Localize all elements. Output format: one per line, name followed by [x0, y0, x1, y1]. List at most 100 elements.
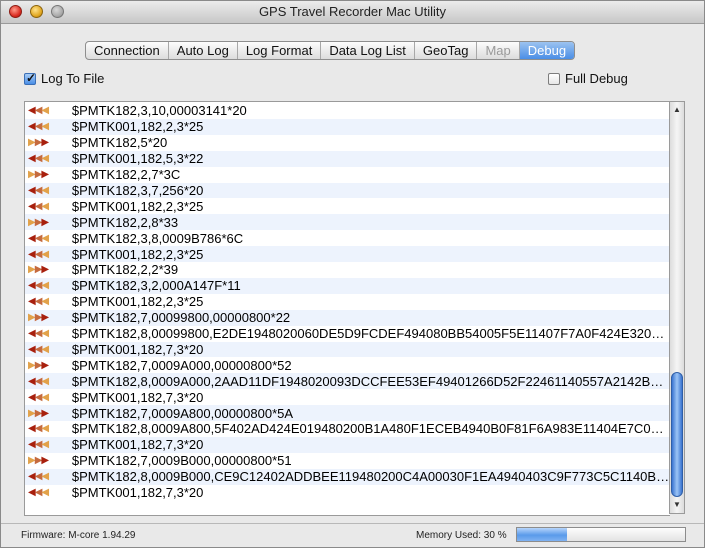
log-row[interactable]: ◀◀◀ $PMTK001,182,2,3*25 — [25, 246, 670, 262]
memory-used-bar — [516, 527, 686, 542]
log-message: $PMTK001,182,2,3*25 — [71, 294, 204, 310]
log-row[interactable]: ▶▶▶ $PMTK182,7,0009A000,00000800*52 — [25, 357, 670, 373]
left-arrows-icon: ◀◀◀ — [28, 296, 49, 308]
scroll-up-arrow-icon[interactable]: ▲ — [670, 103, 684, 117]
log-row[interactable]: ◀◀◀ $PMTK182,3,7,256*20 — [25, 182, 670, 199]
log-to-file-label: Log To File — [41, 71, 105, 86]
right-arrows-icon: ▶▶▶ — [28, 312, 49, 324]
log-to-file-checkbox[interactable]: ✓ — [24, 70, 37, 85]
tab-log-format[interactable]: Log Format — [238, 42, 322, 59]
log-row[interactable]: ▶▶▶ $PMTK182,7,00099800,00000800*22 — [25, 309, 670, 326]
vertical-scrollbar[interactable]: ▲ ▼ — [669, 101, 685, 514]
checkmark-icon: ✓ — [26, 70, 37, 85]
left-arrows-icon: ◀◀◀ — [28, 343, 49, 355]
app-window: GPS Travel Recorder Mac Utility Connecti… — [0, 0, 705, 548]
right-arrows-icon: ▶▶▶ — [28, 169, 49, 181]
log-message: $PMTK182,8,0009A000,2AAD11DF1948020093DC… — [71, 373, 670, 389]
left-arrows-icon: ◀◀◀ — [28, 232, 49, 244]
log-row[interactable]: ◀◀◀ $PMTK182,3,10,00003141*20 — [25, 103, 670, 119]
right-arrows-icon: ▶▶▶ — [28, 216, 49, 228]
tab-connection[interactable]: Connection — [86, 42, 169, 59]
log-row[interactable]: ◀◀◀ $PMTK182,8,0009B000,CE9C12402ADDBEE11… — [25, 468, 670, 485]
log-row[interactable]: ◀◀◀ $PMTK182,3,2,000A147F*11 — [25, 277, 670, 294]
log-row[interactable]: ▶▶▶ $PMTK182,7,0009A800,00000800*5A — [25, 405, 670, 421]
log-message: $PMTK001,182,7,3*20 — [71, 437, 204, 453]
tab-auto-log[interactable]: Auto Log — [169, 42, 238, 59]
log-message: $PMTK001,182,7,3*20 — [71, 485, 204, 501]
log-message: $PMTK182,3,10,00003141*20 — [71, 103, 247, 119]
status-bar: Firmware: M-core 1.94.29 Memory Used: 30… — [1, 523, 704, 548]
log-message: $PMTK001,182,2,3*25 — [71, 198, 204, 214]
left-arrows-icon: ◀◀◀ — [28, 153, 49, 165]
full-debug-checkbox[interactable] — [548, 72, 560, 85]
log-message: $PMTK182,2,8*33 — [71, 214, 179, 230]
log-message: $PMTK182,7,0009A800,00000800*5A — [71, 405, 294, 421]
left-arrows-icon: ◀◀◀ — [28, 439, 49, 451]
log-message: $PMTK182,7,00099800,00000800*22 — [71, 310, 291, 326]
right-arrows-icon: ▶▶▶ — [28, 137, 49, 149]
log-row[interactable]: ◀◀◀ $PMTK001,182,7,3*20 — [25, 341, 670, 358]
left-arrows-icon: ◀◀◀ — [28, 184, 49, 196]
left-arrows-icon: ◀◀◀ — [28, 391, 49, 403]
tab-bar: Connection Auto Log Log Format Data Log … — [85, 41, 576, 60]
log-row[interactable]: ▶▶▶ $PMTK182,2,2*39 — [25, 262, 670, 278]
log-to-file-option[interactable]: ✓ Log To File — [24, 71, 104, 86]
left-arrows-icon: ◀◀◀ — [28, 280, 49, 292]
left-arrows-icon: ◀◀◀ — [28, 471, 49, 483]
right-arrows-icon: ▶▶▶ — [28, 455, 49, 467]
log-message: $PMTK001,182,5,3*22 — [71, 151, 204, 167]
log-row[interactable]: ▶▶▶ $PMTK182,7,0009B000,00000800*51 — [25, 453, 670, 469]
log-row[interactable]: ◀◀◀ $PMTK001,182,2,3*25 — [25, 198, 670, 214]
log-row[interactable]: ◀◀◀ $PMTK001,182,7,3*20 — [25, 485, 670, 501]
log-message: $PMTK001,182,2,3*25 — [71, 119, 204, 135]
tab-geotag[interactable]: GeoTag — [415, 42, 478, 59]
log-message: $PMTK182,8,0009A800,5F402AD424E019480200… — [71, 421, 670, 437]
title-bar[interactable]: GPS Travel Recorder Mac Utility — [1, 1, 704, 24]
debug-log-list[interactable]: ◀◀◀ $PMTK182,3,10,00003141*20 ◀◀◀ $PMTK001,… — [24, 101, 670, 516]
log-message: $PMTK001,182,2,3*25 — [71, 246, 204, 262]
log-message: $PMTK182,2,7*3C — [71, 167, 181, 183]
log-row[interactable]: ◀◀◀ $PMTK001,182,2,3*25 — [25, 118, 670, 135]
left-arrows-icon: ◀◀◀ — [28, 487, 49, 499]
log-message: $PMTK182,8,0009B000,CE9C12402ADDBEE11948… — [71, 469, 670, 485]
full-debug-label: Full Debug — [565, 71, 628, 86]
log-row[interactable]: ◀◀◀ $PMTK001,182,2,3*25 — [25, 294, 670, 310]
scrollbar-thumb[interactable] — [671, 372, 683, 497]
left-arrows-icon: ◀◀◀ — [28, 121, 49, 133]
log-message: $PMTK182,7,0009A000,00000800*52 — [71, 357, 292, 373]
log-message: $PMTK182,3,7,256*20 — [71, 182, 204, 198]
log-message: $PMTK001,182,7,3*20 — [71, 389, 204, 405]
log-row[interactable]: ◀◀◀ $PMTK001,182,7,3*20 — [25, 389, 670, 405]
log-row[interactable]: ◀◀◀ $PMTK182,8,0009A800,5F402AD424E019480… — [25, 421, 670, 437]
log-message: $PMTK182,3,8,0009B786*6C — [71, 230, 244, 246]
tab-map: Map — [477, 42, 520, 59]
log-message: $PMTK182,8,00099800,E2DE1948020060DE5D9F… — [71, 326, 670, 342]
scroll-down-arrow-icon[interactable]: ▼ — [670, 498, 684, 512]
log-message: $PMTK182,3,2,000A147F*11 — [71, 278, 241, 294]
log-row[interactable]: ◀◀◀ $PMTK182,8,0009A000,2AAD11DF194802009… — [25, 373, 670, 390]
left-arrows-icon: ◀◀◀ — [28, 375, 49, 387]
right-arrows-icon: ▶▶▶ — [28, 264, 49, 276]
log-row[interactable]: ▶▶▶ $PMTK182,2,7*3C — [25, 167, 670, 183]
memory-used-fill — [517, 528, 568, 541]
log-row[interactable]: ▶▶▶ $PMTK182,2,8*33 — [25, 214, 670, 231]
log-row[interactable]: ▶▶▶ $PMTK182,5*20 — [25, 135, 670, 151]
log-message: $PMTK001,182,7,3*20 — [71, 341, 204, 357]
left-arrows-icon: ◀◀◀ — [28, 248, 49, 260]
log-message: $PMTK182,2,2*39 — [71, 262, 179, 278]
full-debug-option[interactable]: Full Debug — [548, 71, 628, 86]
log-row[interactable]: ◀◀◀ $PMTK182,8,00099800,E2DE1948020060DE5… — [25, 326, 670, 342]
log-message: $PMTK182,5*20 — [71, 135, 168, 151]
tab-debug[interactable]: Debug — [519, 42, 575, 59]
right-arrows-icon: ▶▶▶ — [28, 407, 49, 419]
left-arrows-icon: ◀◀◀ — [28, 423, 49, 435]
log-row[interactable]: ◀◀◀ $PMTK001,182,7,3*20 — [25, 436, 670, 453]
log-message: $PMTK182,7,0009B000,00000800*51 — [71, 453, 292, 469]
window-title: GPS Travel Recorder Mac Utility — [258, 4, 447, 19]
log-row[interactable]: ◀◀◀ $PMTK182,3,8,0009B786*6C — [25, 230, 670, 246]
tab-data-log-list[interactable]: Data Log List — [321, 42, 415, 59]
log-row[interactable]: ◀◀◀ $PMTK001,182,5,3*22 — [25, 150, 670, 167]
left-arrows-icon: ◀◀◀ — [28, 200, 49, 212]
left-arrows-icon: ◀◀◀ — [28, 328, 49, 340]
firmware-version: Firmware: M-core 1.94.29 — [21, 530, 136, 541]
